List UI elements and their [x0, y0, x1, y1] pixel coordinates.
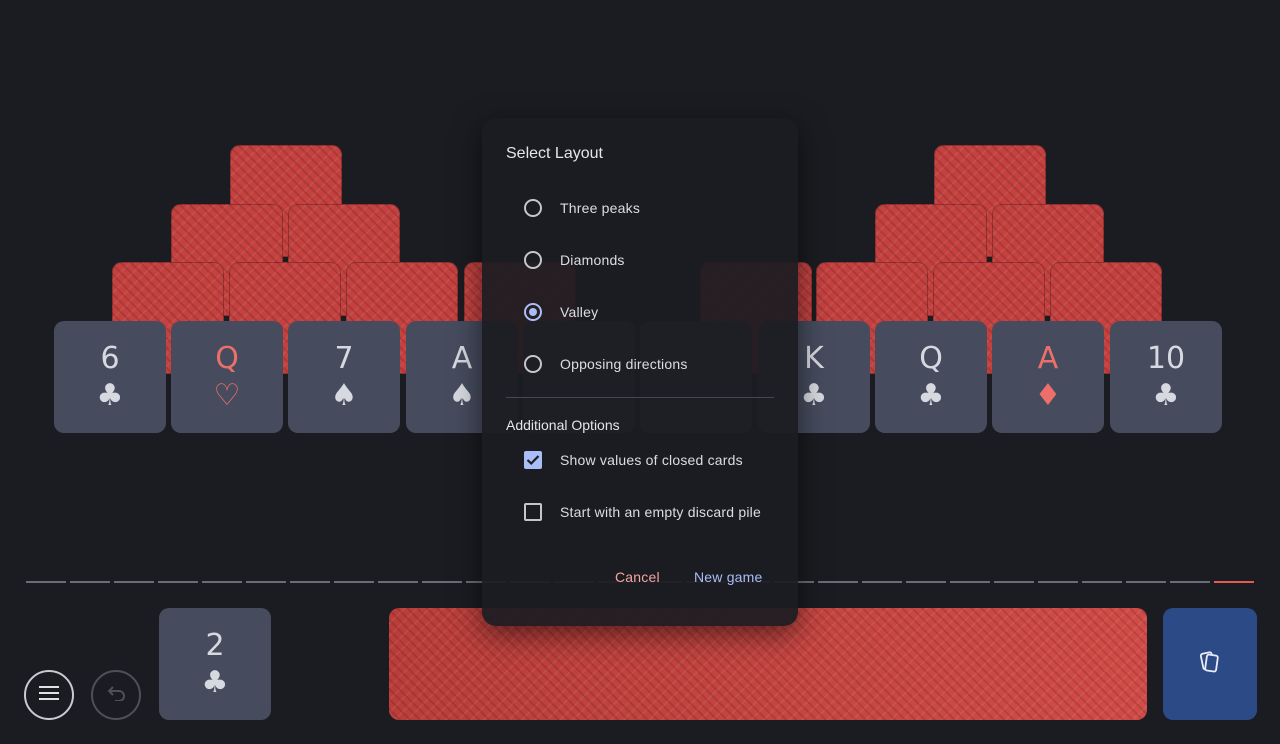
card-suit: ♡	[213, 378, 241, 413]
dialog-title: Select Layout	[506, 145, 603, 162]
tableau-card[interactable]: A ♦	[992, 321, 1104, 433]
progress-dash	[422, 581, 462, 583]
radio-button-selected[interactable]	[524, 303, 542, 321]
menu-icon	[39, 685, 59, 705]
card-suit: ♣	[96, 378, 124, 413]
undo-icon	[106, 685, 126, 706]
option-show-closed-values[interactable]: Show values of closed cards	[524, 448, 743, 472]
waste-card[interactable]: 2 ♣	[159, 608, 271, 720]
card-rank: A	[1037, 341, 1059, 376]
card-rank: 6	[100, 341, 120, 376]
layout-option-valley[interactable]: Valley	[524, 300, 598, 324]
layout-option-label: Valley	[560, 304, 599, 320]
card-suit: ♠	[330, 378, 358, 413]
new-game-button[interactable]: New game	[694, 569, 763, 585]
progress-dash	[1038, 581, 1078, 583]
card-rank: A	[451, 341, 473, 376]
card-suit: ♣	[1152, 378, 1180, 413]
card-suit: ♣	[201, 665, 229, 700]
menu-button[interactable]	[24, 670, 74, 720]
check-icon	[526, 455, 540, 466]
additional-options-title: Additional Options	[506, 417, 620, 433]
card-rank: 2	[205, 628, 225, 663]
radio-button[interactable]	[524, 199, 542, 217]
deal-button[interactable]	[1163, 608, 1257, 720]
progress-dash	[26, 581, 66, 583]
tableau-card[interactable]: 6 ♣	[54, 321, 166, 433]
progress-dash	[202, 581, 242, 583]
progress-dash	[994, 581, 1034, 583]
layout-option-label: Three peaks	[560, 200, 641, 216]
card-suit: ♦	[1034, 378, 1062, 413]
option-empty-discard-pile[interactable]: Start with an empty discard pile	[524, 500, 761, 524]
layout-option-diamonds[interactable]: Diamonds	[524, 248, 625, 272]
card-suit: ♣	[917, 378, 945, 413]
card-suit: ♣	[800, 378, 828, 413]
card-suit: ♠	[448, 378, 476, 413]
progress-dash	[246, 581, 286, 583]
progress-dash	[158, 581, 198, 583]
layout-option-label: Opposing directions	[560, 356, 688, 372]
divider	[506, 397, 774, 398]
cancel-button[interactable]: Cancel	[615, 569, 660, 585]
progress-dash	[906, 581, 946, 583]
progress-dash	[862, 581, 902, 583]
card-rank: Q	[919, 341, 943, 376]
progress-dash	[1082, 581, 1122, 583]
layout-option-opposing-directions[interactable]: Opposing directions	[524, 352, 688, 376]
radio-button[interactable]	[524, 355, 542, 373]
progress-dash	[1170, 581, 1210, 583]
progress-dash	[70, 581, 110, 583]
card-rank: Q	[215, 341, 239, 376]
tableau-card[interactable]: Q ♣	[875, 321, 987, 433]
layout-option-label: Diamonds	[560, 252, 625, 268]
option-label: Show values of closed cards	[560, 452, 743, 468]
checkbox[interactable]	[524, 503, 542, 521]
card-rank: 7	[334, 341, 354, 376]
card-rank: K	[804, 341, 824, 376]
tableau-card[interactable]: 7 ♠	[288, 321, 400, 433]
progress-dash	[1126, 581, 1166, 583]
progress-dash	[1214, 581, 1254, 583]
progress-dash	[114, 581, 154, 583]
progress-dash	[290, 581, 330, 583]
radio-button[interactable]	[524, 251, 542, 269]
card-rank: 10	[1146, 341, 1186, 376]
option-label: Start with an empty discard pile	[560, 504, 761, 520]
progress-dash	[334, 581, 374, 583]
tableau-card[interactable]: 10 ♣	[1110, 321, 1222, 433]
layout-option-three-peaks[interactable]: Three peaks	[524, 196, 640, 220]
undo-button[interactable]	[91, 670, 141, 720]
tableau-card[interactable]: Q ♡	[171, 321, 283, 433]
select-layout-dialog: Select Layout Three peaks Diamonds Valle…	[482, 118, 798, 626]
progress-dash	[950, 581, 990, 583]
progress-dash	[378, 581, 418, 583]
cards-icon	[1199, 650, 1221, 679]
checkbox-checked[interactable]	[524, 451, 542, 469]
progress-dash	[818, 581, 858, 583]
